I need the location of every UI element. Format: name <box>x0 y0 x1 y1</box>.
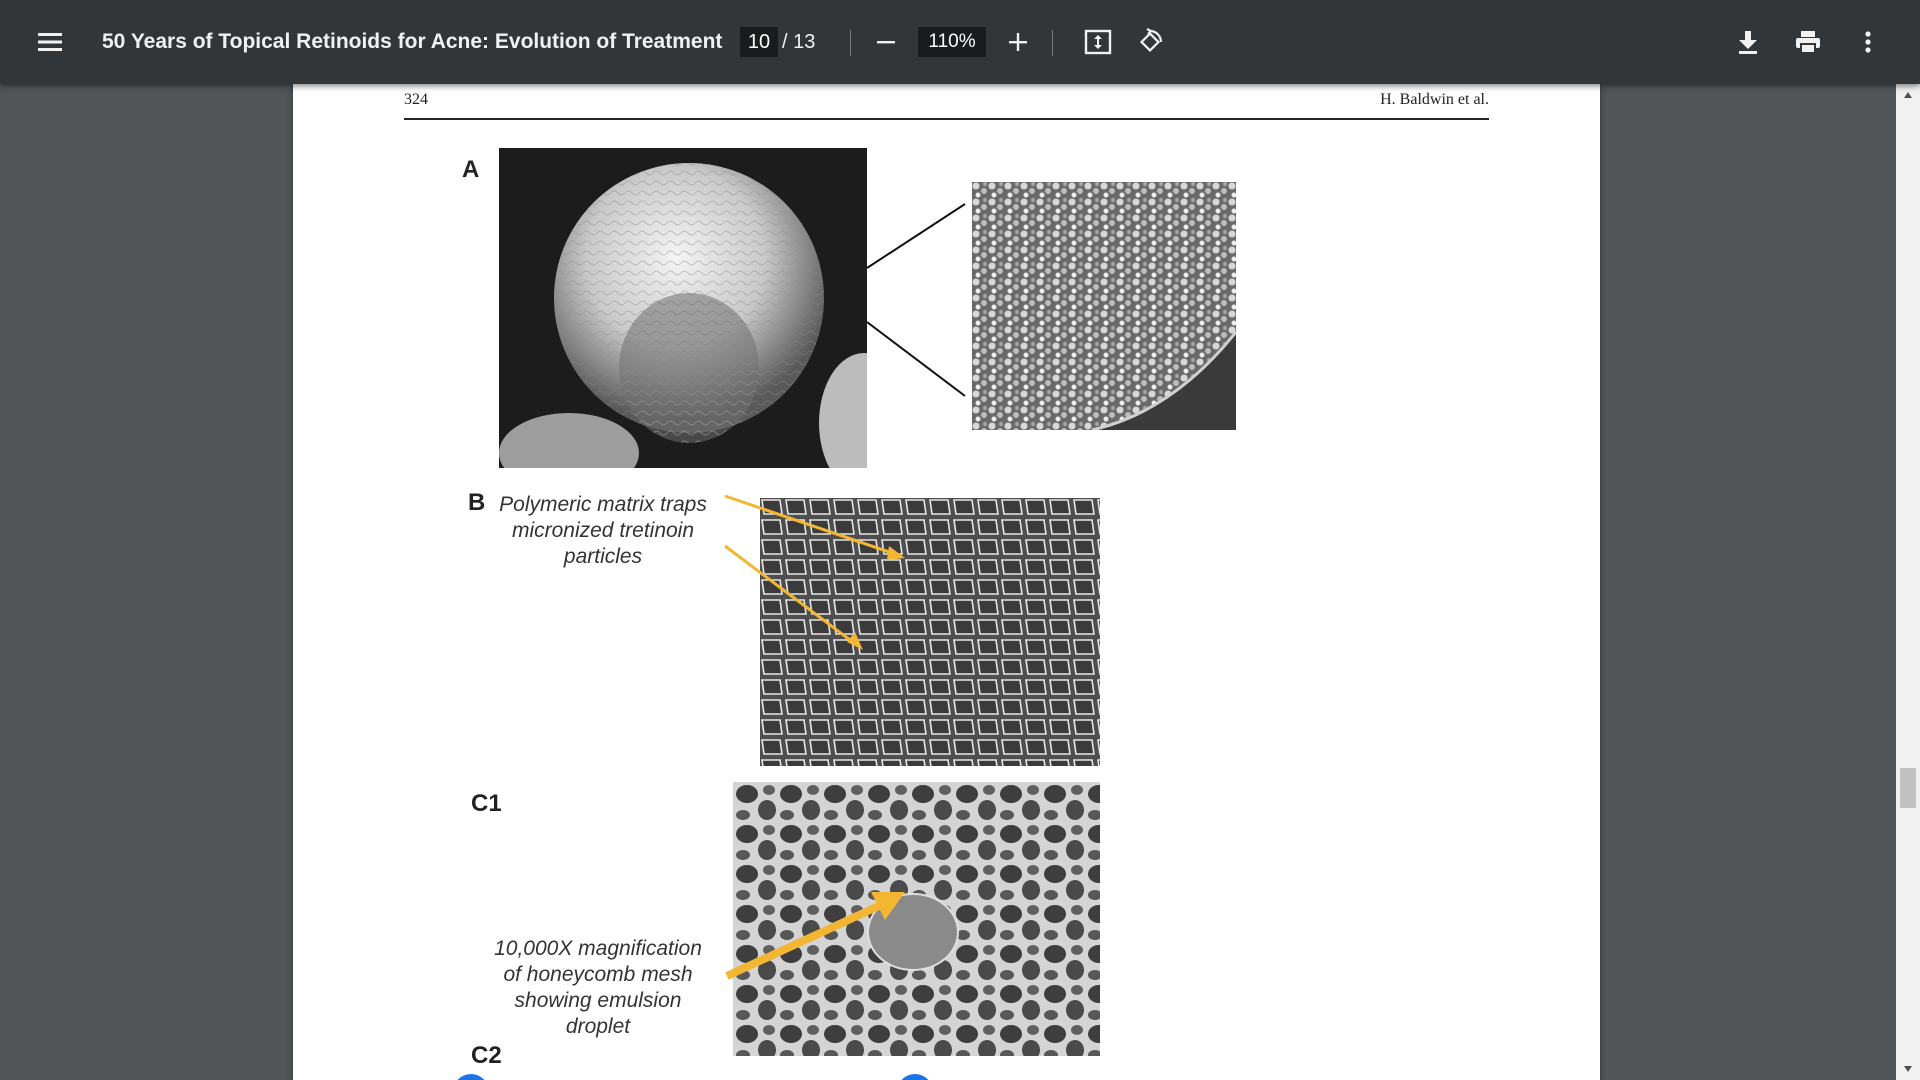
caption-line: of honeycomb mesh <box>503 963 693 986</box>
panel-c2-marker-left <box>453 1074 489 1080</box>
header-rule <box>404 118 1489 120</box>
toolbar-divider <box>850 30 851 56</box>
page-header-author: H. Baldwin et al. <box>1380 91 1489 108</box>
panel-c1-annotation-arrow <box>725 892 905 980</box>
panel-c2-label: C2 <box>471 1042 502 1069</box>
zoom-out-button[interactable] <box>866 22 906 62</box>
page-total: / 13 <box>782 30 816 53</box>
scroll-up-button[interactable] <box>1896 84 1920 106</box>
rotate-button[interactable] <box>1130 22 1170 62</box>
pdf-page: 324 H. Baldwin et al. A B Polymeric matr… <box>293 84 1600 1080</box>
fit-page-icon <box>1084 29 1112 55</box>
print-icon <box>1796 31 1820 54</box>
panel-c2-marker-right <box>897 1074 933 1080</box>
caption-line: droplet <box>565 1015 631 1038</box>
pdf-toolbar: 50 Years of Topical Retinoids for Acne: … <box>0 0 1920 84</box>
chevron-down-icon <box>1904 1066 1912 1072</box>
caption-line: micronized tretinoin <box>511 519 695 542</box>
scrollbar-thumb[interactable] <box>1900 768 1916 808</box>
panel-b-caption: Polymeric matrix traps micronized tretin… <box>483 492 723 570</box>
page-header-number: 324 <box>404 91 428 108</box>
panel-b-annotation-arrows <box>724 494 905 650</box>
download-icon <box>1739 31 1757 54</box>
toolbar-divider <box>1052 30 1053 56</box>
vertical-scrollbar[interactable] <box>1896 84 1920 1080</box>
menu-button[interactable] <box>30 22 70 62</box>
page-number-input[interactable]: 10 <box>740 27 778 57</box>
panel-a-zoom-image <box>972 182 1236 430</box>
panel-c1-caption: 10,000X magnification of honeycomb mesh … <box>483 936 713 1040</box>
caption-line: showing emulsion <box>514 989 682 1012</box>
panel-c1-label: C1 <box>471 790 502 817</box>
zoom-level-input[interactable]: 110% <box>918 27 986 57</box>
more-vert-icon <box>1865 31 1871 53</box>
rotate-icon <box>1139 28 1163 53</box>
scroll-down-button[interactable] <box>1896 1058 1920 1080</box>
magnification-connector-lines <box>867 203 966 397</box>
document-title: 50 Years of Topical Retinoids for Acne: … <box>102 30 723 53</box>
caption-line: 10,000X magnification <box>494 937 702 960</box>
caption-line: Polymeric matrix traps <box>499 493 707 516</box>
chevron-up-icon <box>1904 92 1912 98</box>
zoom-in-button[interactable] <box>998 22 1038 62</box>
menu-icon <box>38 33 62 51</box>
download-button[interactable] <box>1728 22 1768 62</box>
caption-line: particles <box>563 545 643 568</box>
more-options-button[interactable] <box>1848 22 1888 62</box>
minus-icon <box>877 41 895 44</box>
panel-a-sem-image <box>499 148 867 468</box>
print-button[interactable] <box>1788 22 1828 62</box>
plus-icon <box>1009 33 1027 51</box>
panel-a-label: A <box>462 156 480 183</box>
fit-to-page-button[interactable] <box>1078 22 1118 62</box>
